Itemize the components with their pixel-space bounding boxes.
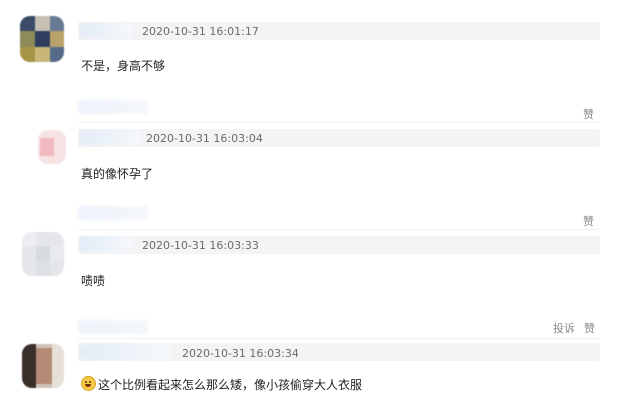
comment-text: 这个比例看起来怎么那么矮，像小孩偷穿大人衣服: [81, 376, 362, 393]
divider: [78, 122, 600, 123]
username-redacted[interactable]: [80, 23, 132, 38]
comment-text: 真的像怀孕了: [81, 167, 154, 181]
comment-text-body: 这个比例看起来怎么那么矮，像小孩偷穿大人衣服: [98, 378, 363, 392]
username-redacted[interactable]: [80, 236, 132, 252]
like-button[interactable]: 赞: [583, 213, 594, 229]
redacted-reply-line: [78, 206, 148, 220]
avatar[interactable]: [20, 16, 64, 62]
redacted-reply-line: [78, 100, 148, 114]
like-button[interactable]: 赞: [583, 106, 594, 122]
avatar[interactable]: [22, 232, 64, 276]
comment-text: 啧啧: [81, 274, 106, 288]
grinning-face-emoji: [81, 376, 96, 391]
avatar[interactable]: [38, 130, 66, 164]
username-redacted[interactable]: [80, 344, 170, 360]
report-button[interactable]: 投诉: [553, 320, 575, 336]
avatar[interactable]: [22, 344, 64, 388]
redacted-reply-line: [78, 320, 148, 334]
divider: [78, 338, 600, 339]
username-redacted[interactable]: [80, 130, 140, 145]
like-button[interactable]: 赞: [584, 320, 595, 336]
comment-timestamp: 2020-10-31 16:03:34: [182, 347, 299, 360]
comment-timestamp: 2020-10-31 16:03:04: [146, 132, 263, 145]
comment-text: 不是，身高不够: [81, 59, 166, 73]
comment-timestamp: 2020-10-31 16:01:17: [142, 25, 259, 38]
comment-timestamp: 2020-10-31 16:03:33: [142, 239, 259, 252]
divider: [78, 229, 600, 230]
